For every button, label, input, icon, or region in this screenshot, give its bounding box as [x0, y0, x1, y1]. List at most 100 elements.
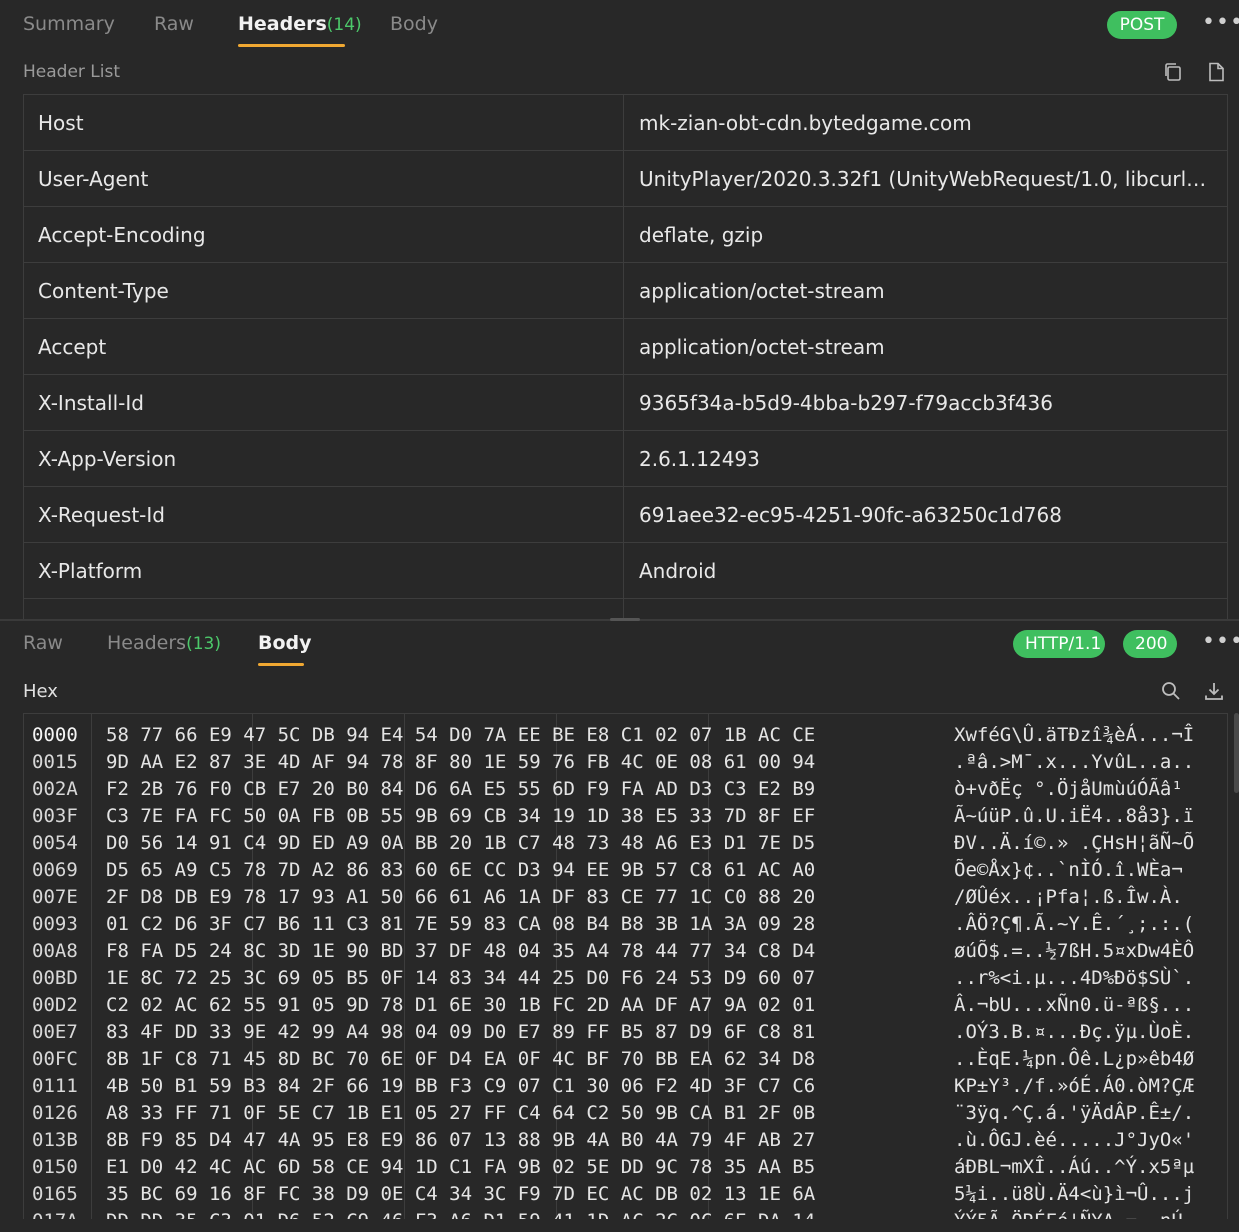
- active-tab-indicator: [238, 44, 345, 47]
- tab-raw[interactable]: Raw: [154, 13, 194, 35]
- hex-ascii: Â.¬bU...xÑn0.ü-ªß§...: [954, 994, 1195, 1016]
- header-key: X-Platform: [24, 543, 624, 599]
- hex-row: 0165 35 BC 69 16 8F FC 38 D9 0E C4 34 3C …: [24, 1181, 1227, 1208]
- tab-raw[interactable]: Raw: [23, 632, 63, 654]
- hex-bytes: 01 C2 D6 3F C7 B6 11 C3 81 7E 59 83 CA 0…: [106, 913, 816, 935]
- hex-offset: 017A: [32, 1208, 78, 1219]
- hex-offset: 003F: [32, 805, 78, 827]
- hex-bytes: 35 BC 69 16 8F FC 38 D9 0E C4 34 3C F9 7…: [106, 1183, 816, 1205]
- header-value: 2.6.1.12493: [639, 447, 760, 471]
- hex-bytes: C2 02 AC 62 55 91 05 9D 78 D1 6E 30 1B F…: [106, 994, 816, 1016]
- hex-ascii: ..ÈqE.¼pn.Ôê.L¿p»êb4Ø: [954, 1048, 1195, 1070]
- file-icon[interactable]: [1205, 61, 1227, 83]
- request-tabbar: Summary Raw Headers(14) Body POST •••: [0, 0, 1239, 50]
- hex-row: 0126 A8 33 FF 71 0F 5E C7 1B E1 05 27 FF …: [24, 1100, 1227, 1127]
- hex-row: 0015 9D AA E2 87 3E 4D AF 94 78 8F 80 1E …: [24, 749, 1227, 776]
- header-key: X-App-Version: [24, 431, 624, 487]
- header-list-title: Header List: [23, 62, 121, 82]
- tab-headers-label: Headers: [238, 13, 327, 35]
- hex-bytes: 4B 50 B1 59 B3 84 2F 66 19 BB F3 C9 07 C…: [106, 1075, 816, 1097]
- hex-ascii: .OÝ3.B.¤...Ðç.ÿµ.ÙoÈ.: [954, 1021, 1195, 1043]
- hex-row: 00FC 8B 1F C8 71 45 8D BC 70 6E 0F D4 EA …: [24, 1046, 1227, 1073]
- header-key: Content-Type: [24, 263, 624, 319]
- table-row[interactable]: Content-Type application/octet-stream: [24, 263, 1227, 319]
- tab-headers-count: (14): [326, 15, 362, 35]
- tab-headers[interactable]: Headers(14): [238, 13, 362, 35]
- table-row[interactable]: X-Request-Id 691aee32-ec95-4251-90fc-a63…: [24, 487, 1227, 543]
- hex-offset: 00A8: [32, 940, 78, 962]
- hex-ascii: .ÂÖ?Ç¶.Ã.~Y.Ê.´¸;.:.(: [954, 913, 1195, 935]
- hex-ascii: /ØÛéx..¡Pfa¦.ß.Îw.À.: [954, 886, 1183, 908]
- header-value: 691aee32-ec95-4251-90fc-a63250c1d768: [639, 503, 1062, 527]
- hex-row: 003F C3 7E FA FC 50 0A FB 0B 55 9B 69 CB …: [24, 803, 1227, 830]
- table-row[interactable]: User-Agent UnityPlayer/2020.3.32f1 (Unit…: [24, 151, 1227, 207]
- hex-bytes: E1 D0 42 4C AC 6D 58 CE 94 1D C1 FA 9B 0…: [106, 1156, 816, 1178]
- copy-icon[interactable]: [1162, 61, 1184, 83]
- hex-row: 0054 D0 56 14 91 C4 9D ED A9 0A BB 20 1B …: [24, 830, 1227, 857]
- header-key: Accept-Encoding: [24, 207, 624, 263]
- hex-ascii: áÐBL¬mXÎ..Áú..^Ý.x5ªµ: [954, 1156, 1195, 1178]
- hex-bytes: D0 56 14 91 C4 9D ED A9 0A BB 20 1B C7 4…: [106, 832, 816, 854]
- search-icon[interactable]: [1160, 680, 1182, 702]
- tab-summary[interactable]: Summary: [23, 13, 115, 35]
- header-value: application/octet-stream: [639, 335, 885, 359]
- hex-offset: 0069: [32, 859, 78, 881]
- header-key: X-Install-Id: [24, 375, 624, 431]
- hex-bytes: F8 FA D5 24 8C 3D 1E 90 BD 37 DF 48 04 3…: [106, 940, 816, 962]
- hex-row: 0093 01 C2 D6 3F C7 B6 11 C3 81 7E 59 83 …: [24, 911, 1227, 938]
- hex-offset: 0000: [32, 724, 78, 746]
- hex-bytes: 9D AA E2 87 3E 4D AF 94 78 8F 80 1E 59 7…: [106, 751, 816, 773]
- hex-row: 00D2 C2 02 AC 62 55 91 05 9D 78 D1 6E 30 …: [24, 992, 1227, 1019]
- hex-row: 00A8 F8 FA D5 24 8C 3D 1E 90 BD 37 DF 48 …: [24, 938, 1227, 965]
- more-options-icon[interactable]: •••: [1202, 10, 1239, 35]
- hex-offset: 0150: [32, 1156, 78, 1178]
- header-key: Host: [24, 95, 624, 151]
- tab-body[interactable]: Body: [390, 13, 438, 35]
- table-row[interactable]: X-App-Version 2.6.1.12493: [24, 431, 1227, 487]
- tab-headers[interactable]: Headers(13): [107, 632, 221, 654]
- hex-ascii: ..r%<i.µ...4D%Ðö$SÙ`.: [954, 967, 1195, 989]
- hex-ascii: .ªâ.>M¯.x...YvûL..a..: [954, 751, 1195, 773]
- hex-ascii: .ù.ÔGJ.èé.....J°JyO«': [954, 1129, 1195, 1151]
- table-row[interactable]: Accept-Encoding deflate, gzip: [24, 207, 1227, 263]
- table-row[interactable]: X-Platform Android: [24, 543, 1227, 599]
- hex-bytes: A8 33 FF 71 0F 5E C7 1B E1 05 27 FF C4 6…: [106, 1102, 816, 1124]
- header-key: User-Agent: [24, 151, 624, 207]
- table-row[interactable]: Accept application/octet-stream: [24, 319, 1227, 375]
- method-badge: POST: [1107, 11, 1177, 39]
- hex-offset: 0165: [32, 1183, 78, 1205]
- tab-headers-label: Headers: [107, 632, 187, 654]
- header-key: Accept: [24, 319, 624, 375]
- table-row[interactable]: X-Install-Id 9365f34a-b5d9-4bba-b297-f79…: [24, 375, 1227, 431]
- download-icon[interactable]: [1203, 680, 1225, 702]
- hex-scrollbar[interactable]: [1234, 713, 1239, 793]
- hex-row: 0069 D5 65 A9 C5 78 7D A2 86 83 60 6E CC …: [24, 857, 1227, 884]
- hex-ascii: XwféG\Û.äTÐzî¾èÁ...¬Î: [954, 724, 1195, 746]
- hex-offset: 002A: [32, 778, 78, 800]
- hex-viewer[interactable]: 0000 58 77 66 E9 47 5C DB 94 E4 54 D0 7A …: [23, 713, 1228, 1219]
- hex-row: 0150 E1 D0 42 4C AC 6D 58 CE 94 1D C1 FA …: [24, 1154, 1227, 1181]
- hex-ascii: KP±Y³./f.»óÉ.Á0.òM?ÇÆ: [954, 1075, 1195, 1097]
- hex-title: Hex: [23, 681, 58, 702]
- hex-offset: 007E: [32, 886, 78, 908]
- tab-body[interactable]: Body: [258, 632, 312, 654]
- header-table: Host mk-zian-obt-cdn.bytedgame.com User-…: [23, 94, 1228, 620]
- hex-ascii: ÝÝ5Ã.ÖRÉFó¦ÑYA.¬,.nÚ.: [954, 1208, 1194, 1219]
- active-tab-indicator: [258, 663, 304, 666]
- hex-row: 0111 4B 50 B1 59 B3 84 2F 66 19 BB F3 C9 …: [24, 1073, 1227, 1100]
- hex-offset: 0111: [32, 1075, 78, 1097]
- more-options-icon[interactable]: •••: [1202, 629, 1239, 654]
- hex-bytes: 58 77 66 E9 47 5C DB 94 E4 54 D0 7A EE B…: [106, 724, 816, 746]
- hex-row: 007E 2F D8 DB E9 78 17 93 A1 50 66 61 A6 …: [24, 884, 1227, 911]
- header-value: mk-zian-obt-cdn.bytedgame.com: [639, 111, 972, 135]
- hex-bytes: 8B 1F C8 71 45 8D BC 70 6E 0F D4 EA 0F 4…: [106, 1048, 816, 1070]
- header-value: UnityPlayer/2020.3.32f1 (UnityWebRequest…: [639, 167, 1210, 191]
- hex-offset: 00E7: [32, 1021, 78, 1043]
- hex-offset: 0093: [32, 913, 78, 935]
- table-row-partial: [24, 599, 1227, 620]
- table-row[interactable]: Host mk-zian-obt-cdn.bytedgame.com: [24, 95, 1227, 151]
- header-value: deflate, gzip: [639, 223, 764, 247]
- hex-offset: 0126: [32, 1102, 78, 1124]
- hex-bytes: DD DD 35 C3 01 D6 52 C9 46 F3 A6 D1 59 4…: [106, 1208, 815, 1219]
- status-badge: 200: [1123, 630, 1177, 658]
